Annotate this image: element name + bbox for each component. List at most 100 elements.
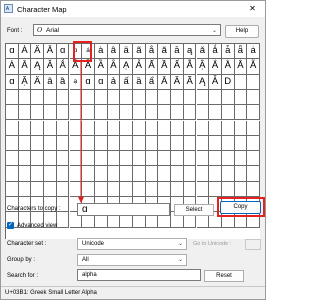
empty-character-cell[interactable]	[31, 89, 45, 106]
empty-character-cell[interactable]	[183, 120, 197, 136]
empty-character-cell[interactable]	[6, 105, 19, 121]
empty-character-cell[interactable]	[247, 212, 260, 228]
character-cell[interactable]: Ǟ	[82, 59, 95, 75]
empty-character-cell[interactable]	[69, 105, 83, 121]
empty-character-cell[interactable]	[82, 181, 95, 197]
character-cell[interactable]: Ẳ	[234, 59, 248, 75]
empty-character-cell[interactable]	[120, 120, 133, 136]
empty-character-cell[interactable]	[247, 151, 260, 167]
empty-character-cell[interactable]	[171, 151, 184, 167]
empty-character-cell[interactable]	[120, 166, 133, 182]
empty-character-cell[interactable]	[183, 151, 197, 167]
character-cell[interactable]: ȃ	[44, 74, 57, 90]
empty-character-cell[interactable]	[18, 89, 32, 106]
character-cell[interactable]: Ǡ	[69, 59, 83, 75]
empty-character-cell[interactable]	[158, 120, 172, 136]
empty-character-cell[interactable]	[56, 212, 70, 228]
empty-character-cell[interactable]	[209, 166, 222, 182]
empty-character-cell[interactable]	[196, 166, 210, 182]
empty-character-cell[interactable]	[6, 135, 19, 152]
empty-character-cell[interactable]	[94, 135, 108, 152]
empty-character-cell[interactable]	[56, 89, 70, 106]
empty-character-cell[interactable]	[221, 181, 235, 197]
empty-character-cell[interactable]	[133, 166, 146, 182]
empty-character-cell[interactable]	[94, 105, 108, 121]
empty-character-cell[interactable]	[196, 181, 210, 197]
character-cell[interactable]: ấ	[120, 74, 133, 90]
empty-character-cell[interactable]	[107, 151, 121, 167]
group-by-select[interactable]: All ⌄	[77, 254, 187, 266]
character-cell[interactable]: ẩ	[145, 74, 159, 90]
empty-character-cell[interactable]	[158, 166, 172, 182]
empty-character-cell[interactable]	[44, 166, 57, 182]
character-cell[interactable]: ǎ	[196, 44, 210, 60]
close-icon[interactable]: ✕	[246, 4, 259, 14]
reset-button[interactable]: Reset	[204, 270, 244, 282]
character-cell[interactable]: Ấ	[145, 59, 159, 75]
character-cell[interactable]: ǻ	[209, 44, 222, 60]
empty-character-cell[interactable]	[107, 181, 121, 197]
empty-character-cell[interactable]	[56, 151, 70, 167]
character-cell[interactable]: ȁ	[56, 74, 70, 90]
empty-character-cell[interactable]	[247, 120, 260, 136]
character-cell[interactable]: Ằ	[221, 59, 235, 75]
empty-character-cell[interactable]	[247, 166, 260, 182]
empty-character-cell[interactable]	[107, 166, 121, 182]
character-cell[interactable]: à	[94, 44, 108, 60]
empty-character-cell[interactable]	[31, 135, 45, 152]
character-cell[interactable]: Ậ	[196, 59, 210, 75]
character-cell[interactable]: Ą	[31, 59, 45, 75]
empty-character-cell[interactable]	[145, 105, 159, 121]
empty-character-cell[interactable]	[145, 89, 159, 106]
advanced-view-checkbox[interactable]: ✓	[7, 222, 14, 229]
empty-character-cell[interactable]	[69, 151, 83, 167]
character-cell[interactable]: ȧ	[247, 44, 260, 60]
empty-character-cell[interactable]	[183, 105, 197, 121]
chevron-down-icon[interactable]: ⌄	[212, 27, 217, 34]
character-cell[interactable]: Ǡ	[209, 74, 222, 90]
empty-character-cell[interactable]	[234, 74, 248, 90]
character-cell[interactable]: Ạ	[120, 59, 133, 75]
character-cell[interactable]: Ä	[31, 44, 45, 60]
empty-character-cell[interactable]	[247, 89, 260, 106]
empty-character-cell[interactable]	[82, 166, 95, 182]
empty-character-cell[interactable]	[196, 151, 210, 167]
empty-character-cell[interactable]	[133, 135, 146, 152]
empty-character-cell[interactable]	[69, 181, 83, 197]
empty-character-cell[interactable]	[209, 120, 222, 136]
empty-character-cell[interactable]	[158, 151, 172, 167]
title-bar[interactable]: Character Map ✕	[1, 1, 265, 17]
empty-character-cell[interactable]	[196, 105, 210, 121]
empty-character-cell[interactable]	[82, 105, 95, 121]
empty-character-cell[interactable]	[44, 120, 57, 136]
empty-character-cell[interactable]	[234, 212, 248, 228]
character-cell[interactable]: Ä	[31, 74, 45, 90]
empty-character-cell[interactable]	[234, 105, 248, 121]
empty-character-cell[interactable]	[56, 120, 70, 136]
empty-character-cell[interactable]	[133, 120, 146, 136]
empty-character-cell[interactable]	[171, 166, 184, 182]
empty-character-cell[interactable]	[133, 89, 146, 106]
character-set-select[interactable]: Unicode ⌄	[77, 238, 187, 250]
empty-character-cell[interactable]	[44, 135, 57, 152]
empty-character-cell[interactable]	[82, 120, 95, 136]
empty-character-cell[interactable]	[69, 120, 83, 136]
character-cell[interactable]: Ā	[44, 44, 57, 60]
empty-character-cell[interactable]	[44, 89, 57, 106]
character-cell[interactable]: ɑ	[94, 74, 108, 90]
empty-character-cell[interactable]	[158, 105, 172, 121]
empty-character-cell[interactable]	[133, 181, 146, 197]
empty-character-cell[interactable]	[234, 135, 248, 152]
empty-character-cell[interactable]	[18, 105, 32, 121]
character-cell[interactable]: Ǎ	[44, 59, 57, 75]
empty-character-cell[interactable]	[171, 105, 184, 121]
character-cell[interactable]: Ã	[183, 74, 197, 90]
empty-character-cell[interactable]	[107, 89, 121, 106]
empty-character-cell[interactable]	[209, 181, 222, 197]
empty-character-cell[interactable]	[234, 151, 248, 167]
empty-character-cell[interactable]	[94, 89, 108, 106]
empty-character-cell[interactable]	[133, 105, 146, 121]
empty-character-cell[interactable]	[107, 120, 121, 136]
empty-character-cell[interactable]	[82, 135, 95, 152]
empty-character-cell[interactable]	[221, 212, 235, 228]
